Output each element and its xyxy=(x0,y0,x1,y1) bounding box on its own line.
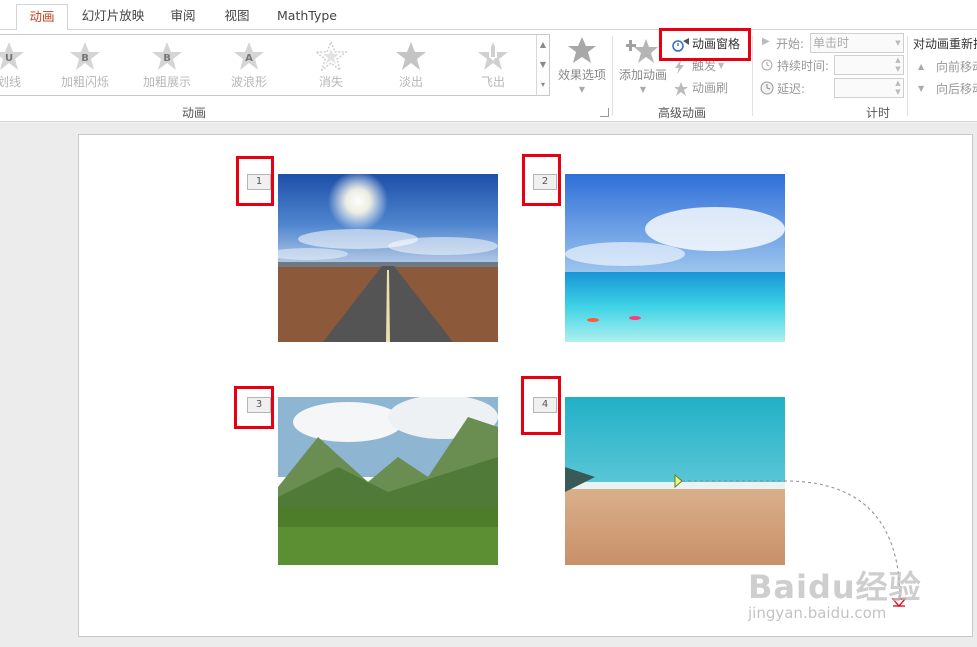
start-select[interactable]: 单击时 ▼ xyxy=(810,33,904,53)
gallery-label: 波浪形 xyxy=(230,75,267,89)
tab-view[interactable]: 视图 xyxy=(214,4,260,30)
bold-reveal-star-icon: B xyxy=(152,42,182,70)
animation-painter-icon xyxy=(674,82,688,96)
tab-mathtype[interactable]: MathType xyxy=(270,4,344,30)
effect-options-label: 效果选项 xyxy=(557,68,606,82)
tab-animation[interactable]: 动画 xyxy=(16,4,68,31)
highlight-box-tag-1 xyxy=(236,156,274,206)
tab-review[interactable]: 审阅 xyxy=(160,4,206,30)
disappear-star-icon xyxy=(314,41,348,71)
group-separator xyxy=(612,36,613,116)
group-label-advanced-animation: 高级动画 xyxy=(658,106,707,120)
move-earlier-label: 向前移动 xyxy=(936,60,977,74)
animation-gallery: U 划线 B 加粗闪烁 B 加粗展示 A 波浪形 消失 淡出 飞出 ▲ ▼ ▾ xyxy=(0,34,550,96)
photo-beach[interactable] xyxy=(565,174,785,342)
bold-flash-star-icon: B xyxy=(70,42,100,70)
gallery-item-wave[interactable]: A 波浪形 xyxy=(209,39,289,93)
mountains-image xyxy=(278,397,498,565)
tab-slideshow[interactable]: 幻灯片放映 xyxy=(76,4,150,30)
delay-label: 延迟: xyxy=(777,82,806,96)
gallery-label: 飞出 xyxy=(480,75,505,89)
gallery-glyph: U xyxy=(5,53,13,64)
fade-out-star-icon xyxy=(396,42,426,70)
chevron-down-icon: ▼ xyxy=(639,85,647,94)
gallery-glyph: A xyxy=(245,53,253,64)
gallery-item-bold-reveal[interactable]: B 加粗展示 xyxy=(127,39,207,93)
ribbon: U 划线 B 加粗闪烁 B 加粗展示 A 波浪形 消失 淡出 飞出 ▲ ▼ ▾ … xyxy=(0,30,977,122)
gallery-item-underline[interactable]: U 划线 xyxy=(0,39,49,93)
duration-input[interactable]: ▲ ▼ xyxy=(834,55,904,75)
beach-image xyxy=(565,174,785,342)
highlight-box-tag-2 xyxy=(522,154,561,206)
gallery-item-fade-out[interactable]: 淡出 xyxy=(371,39,451,93)
delay-clock-icon xyxy=(760,81,774,95)
start-value: 单击时 xyxy=(813,36,850,50)
gallery-expand[interactable]: ▾ xyxy=(536,75,549,95)
spinner-icon[interactable]: ▲ ▼ xyxy=(893,56,903,74)
photo-road[interactable] xyxy=(278,174,498,342)
gallery-label: 加粗闪烁 xyxy=(60,75,109,89)
move-later-button[interactable]: ▼ 向后移动 xyxy=(918,79,977,99)
shore-image xyxy=(565,397,785,565)
gallery-label: 消失 xyxy=(318,75,343,89)
chevron-down-icon: ▼ xyxy=(578,85,586,94)
spinner-icon[interactable]: ▲ ▼ xyxy=(893,79,903,97)
group-separator xyxy=(752,36,753,116)
gallery-item-disappear[interactable]: 消失 xyxy=(291,39,371,93)
clock-icon xyxy=(761,59,773,71)
gallery-item-bold-flash[interactable]: B 加粗闪烁 xyxy=(45,39,125,93)
group-label-timing: 计时 xyxy=(866,106,891,120)
gallery-scroll-up[interactable]: ▲ xyxy=(536,35,549,55)
group-label-animation: 动画 xyxy=(182,106,207,120)
watermark: Baidu经验 jingyan.baidu.com xyxy=(748,562,948,634)
fly-out-star-icon xyxy=(478,42,508,70)
gallery-label: 淡出 xyxy=(398,75,423,89)
effect-options-star-icon xyxy=(568,37,596,63)
play-icon: ▶ xyxy=(762,36,770,47)
move-later-label: 向后移动 xyxy=(936,82,977,96)
animation-painter-label: 动画刷 xyxy=(692,81,729,95)
photo-shore[interactable] xyxy=(565,397,785,565)
road-image xyxy=(278,174,498,342)
delay-input[interactable]: ▲ ▼ xyxy=(834,78,904,98)
reorder-title: 对动画重新排 xyxy=(913,37,977,51)
chevron-down-icon: ▼ xyxy=(895,39,901,47)
add-animation-star-icon xyxy=(626,39,658,63)
gallery-glyph: B xyxy=(163,53,171,64)
highlight-box-animation-pane xyxy=(659,28,751,61)
highlight-box-tag-4 xyxy=(521,376,561,435)
watermark-url: jingyan.baidu.com xyxy=(748,604,887,622)
gallery-scroll-down[interactable]: ▼ xyxy=(536,55,549,75)
triangle-down-icon: ▼ xyxy=(918,84,925,93)
gallery-label: 划线 xyxy=(0,75,21,89)
gallery-glyph: B xyxy=(81,53,89,64)
gallery-item-fly-out[interactable]: 飞出 xyxy=(453,39,533,93)
watermark-logo: Baidu经验 xyxy=(748,568,922,606)
animation-painter-button[interactable]: 动画刷 xyxy=(672,78,742,98)
underline-star-icon: U xyxy=(0,42,24,70)
start-label: 开始: xyxy=(776,37,805,51)
highlight-box-tag-3 xyxy=(234,386,274,429)
photo-mountains[interactable] xyxy=(278,397,498,565)
wave-star-icon: A xyxy=(234,42,264,70)
add-animation-label: 添加动画 xyxy=(618,68,667,82)
lightning-icon xyxy=(675,60,684,74)
ribbon-tab-bar: 动画 幻灯片放映 审阅 视图 MathType xyxy=(0,0,977,31)
dialog-launcher-icon[interactable] xyxy=(600,108,609,117)
triangle-up-icon: ▲ xyxy=(918,62,925,71)
duration-label: 持续时间: xyxy=(777,59,830,73)
group-separator xyxy=(907,36,908,116)
gallery-label: 加粗展示 xyxy=(142,75,191,89)
effect-options-button[interactable]: 效果选项 ▼ xyxy=(553,34,611,100)
move-earlier-button[interactable]: ▲ 向前移动 xyxy=(918,57,977,77)
